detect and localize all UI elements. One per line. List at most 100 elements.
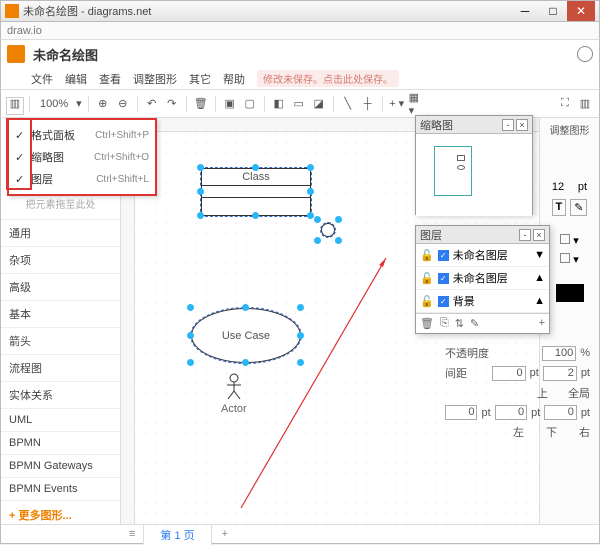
app-icon — [5, 4, 19, 18]
outline-min-button[interactable]: - — [502, 119, 514, 131]
align-button[interactable] — [560, 234, 570, 244]
spacing-right-input[interactable]: 2 — [543, 366, 577, 381]
menu-file[interactable]: 文件 — [31, 71, 53, 87]
font-color-swatch[interactable] — [556, 284, 584, 302]
menu-edit[interactable]: 编辑 — [65, 71, 87, 87]
redo-icon[interactable]: ↷ — [164, 96, 180, 112]
outline-viewport[interactable] — [434, 146, 472, 196]
spacing-r2-input[interactable]: 0 — [544, 405, 576, 420]
layer-row[interactable]: 🔓✓未命名图层▼ — [416, 244, 549, 267]
delete-icon[interactable]: 🗑 — [193, 96, 209, 112]
format-panel-toggle-icon[interactable]: ▥ — [577, 96, 593, 112]
spacing-left-input[interactable]: 0 — [445, 405, 477, 420]
connection-icon[interactable]: ╲ — [340, 96, 356, 112]
globe-icon[interactable] — [577, 46, 593, 62]
waypoint-icon[interactable]: ┼ — [360, 96, 376, 112]
shadow-icon[interactable]: ◪ — [311, 96, 327, 112]
menu-view[interactable]: 查看 — [99, 71, 121, 87]
toolbar: ▥ 100%▾ ⊕ ⊖ ↶ ↷ 🗑 ▣ ▢ ◧ ▭ ◪ ╲ ┼ + ▾ ▦ ▾ … — [0, 90, 600, 118]
cat-arrows[interactable]: 箭头 — [1, 328, 120, 355]
cat-advanced[interactable]: 高级 — [1, 274, 120, 301]
lock-icon[interactable]: 🔓 — [420, 272, 434, 285]
sidebar: ✓格式面板Ctrl+Shift+P ✓缩略图Ctrl+Shift+O ✓图层Ct… — [1, 118, 121, 524]
bold-button[interactable]: T — [552, 199, 567, 216]
address-bar: draw.io — [0, 22, 600, 40]
minimize-button[interactable]: ─ — [511, 1, 539, 21]
shape-class[interactable]: Class — [201, 168, 311, 216]
lock-icon[interactable]: 🔓 — [420, 249, 434, 262]
menu-item-format-panel[interactable]: ✓格式面板Ctrl+Shift+P — [9, 124, 155, 146]
layer-row[interactable]: 🔓✓未命名图层▲ — [416, 267, 549, 290]
layer-move-icon[interactable]: ⇅ — [455, 317, 464, 330]
spacing-bottom-input[interactable]: 0 — [495, 405, 527, 420]
save-hint[interactable]: 修改未保存。点击此处保存。 — [257, 70, 399, 87]
layer-visible-checkbox[interactable]: ✓ — [438, 273, 449, 284]
fullscreen-icon[interactable]: ⛶ — [557, 96, 573, 112]
cat-misc[interactable]: 杂项 — [1, 247, 120, 274]
layer-copy-icon[interactable]: ⎘ — [440, 317, 449, 330]
layers-title: 图层 — [420, 227, 442, 243]
valign-button[interactable] — [560, 253, 570, 263]
cat-basic[interactable]: 基本 — [1, 301, 120, 328]
outline-close-button[interactable]: × — [516, 119, 528, 131]
class-title: Class — [202, 169, 310, 186]
maximize-button[interactable]: □ — [539, 1, 567, 21]
shape-usecase[interactable]: Use Case — [191, 308, 301, 363]
menu-item-layers[interactable]: ✓图层Ctrl+Shift+L — [9, 168, 155, 190]
insert-icon[interactable]: + ▾ — [389, 96, 405, 112]
cat-bpmn-gw[interactable]: BPMN Gateways — [1, 455, 120, 478]
address-text: draw.io — [7, 25, 42, 37]
layer-delete-icon[interactable]: 🗑 — [420, 317, 434, 330]
cat-er[interactable]: 实体关系 — [1, 382, 120, 409]
format-panel-title: 调整图形 — [544, 122, 595, 137]
undo-icon[interactable]: ↶ — [144, 96, 160, 112]
zoom-out-icon[interactable]: ⊖ — [115, 96, 131, 112]
menu-extras[interactable]: 其它 — [189, 71, 211, 87]
page-tab[interactable]: 第 1 页 — [143, 524, 211, 545]
cat-bpmn-ev[interactable]: BPMN Events — [1, 478, 120, 501]
menu-item-outline[interactable]: ✓缩略图Ctrl+Shift+O — [9, 146, 155, 168]
font-size-input[interactable]: 12 — [552, 181, 576, 193]
window-title: 未命名绘图 - diagrams.net — [23, 3, 507, 19]
layers-close-button[interactable]: × — [533, 229, 545, 241]
lock-icon[interactable]: 🔓 — [420, 295, 434, 308]
table-icon[interactable]: ▦ ▾ — [409, 96, 425, 112]
layers-panel[interactable]: 图层-× 🔓✓未命名图层▼ 🔓✓未命名图层▲ 🔓✓背景▲ 🗑 ⎘ ⇅ ✎ + — [415, 225, 550, 334]
layer-row[interactable]: 🔓✓背景▲ — [416, 290, 549, 313]
opacity-input[interactable]: 100 — [542, 346, 576, 361]
cat-flowchart[interactable]: 流程图 — [1, 355, 120, 382]
to-back-icon[interactable]: ▢ — [242, 96, 258, 112]
line-color-icon[interactable]: ▭ — [291, 96, 307, 112]
fill-color-icon[interactable]: ◧ — [271, 96, 287, 112]
pages-menu-icon[interactable]: ≡ — [121, 528, 143, 540]
add-page-button[interactable]: + — [212, 528, 238, 540]
close-button[interactable]: ✕ — [567, 1, 595, 21]
italic-button[interactable]: ✎ — [570, 199, 587, 216]
cat-uml[interactable]: UML — [1, 409, 120, 432]
annotation-arrow — [231, 253, 391, 513]
cat-general[interactable]: 通用 — [1, 220, 120, 247]
logo-icon — [7, 45, 25, 63]
shape-circle[interactable] — [321, 223, 335, 237]
layers-min-button[interactable]: - — [519, 229, 531, 241]
layer-edit-icon[interactable]: ✎ — [470, 317, 479, 330]
menu-arrange[interactable]: 调整图形 — [133, 71, 177, 87]
outline-panel[interactable]: 缩略图-× — [415, 115, 533, 215]
window-titlebar: 未命名绘图 - diagrams.net ─ □ ✕ — [0, 0, 600, 22]
menu-help[interactable]: 帮助 — [223, 71, 245, 87]
view-panels-button[interactable] — [6, 97, 24, 115]
shape-actor[interactable]: Actor — [221, 373, 247, 415]
spacing-top-input[interactable]: 0 — [492, 366, 526, 381]
zoom-in-icon[interactable]: ⊕ — [95, 96, 111, 112]
layer-visible-checkbox[interactable]: ✓ — [438, 296, 449, 307]
app-header: 未命名绘图 — [0, 40, 600, 68]
zoom-select[interactable]: 100% — [36, 98, 72, 110]
layer-visible-checkbox[interactable]: ✓ — [438, 250, 449, 261]
layer-add-icon[interactable]: + — [539, 317, 545, 330]
to-front-icon[interactable]: ▣ — [222, 96, 238, 112]
cat-bpmn[interactable]: BPMN — [1, 432, 120, 455]
menu-bar: 文件 编辑 查看 调整图形 其它 帮助 修改未保存。点击此处保存。 — [0, 68, 600, 90]
document-title[interactable]: 未命名绘图 — [33, 45, 98, 64]
properties-panel: 不透明度100% 间距0pt2pt 上全局 0pt0pt0pt 左下右 — [445, 345, 590, 444]
more-shapes-button[interactable]: + 更多图形... — [1, 501, 120, 529]
